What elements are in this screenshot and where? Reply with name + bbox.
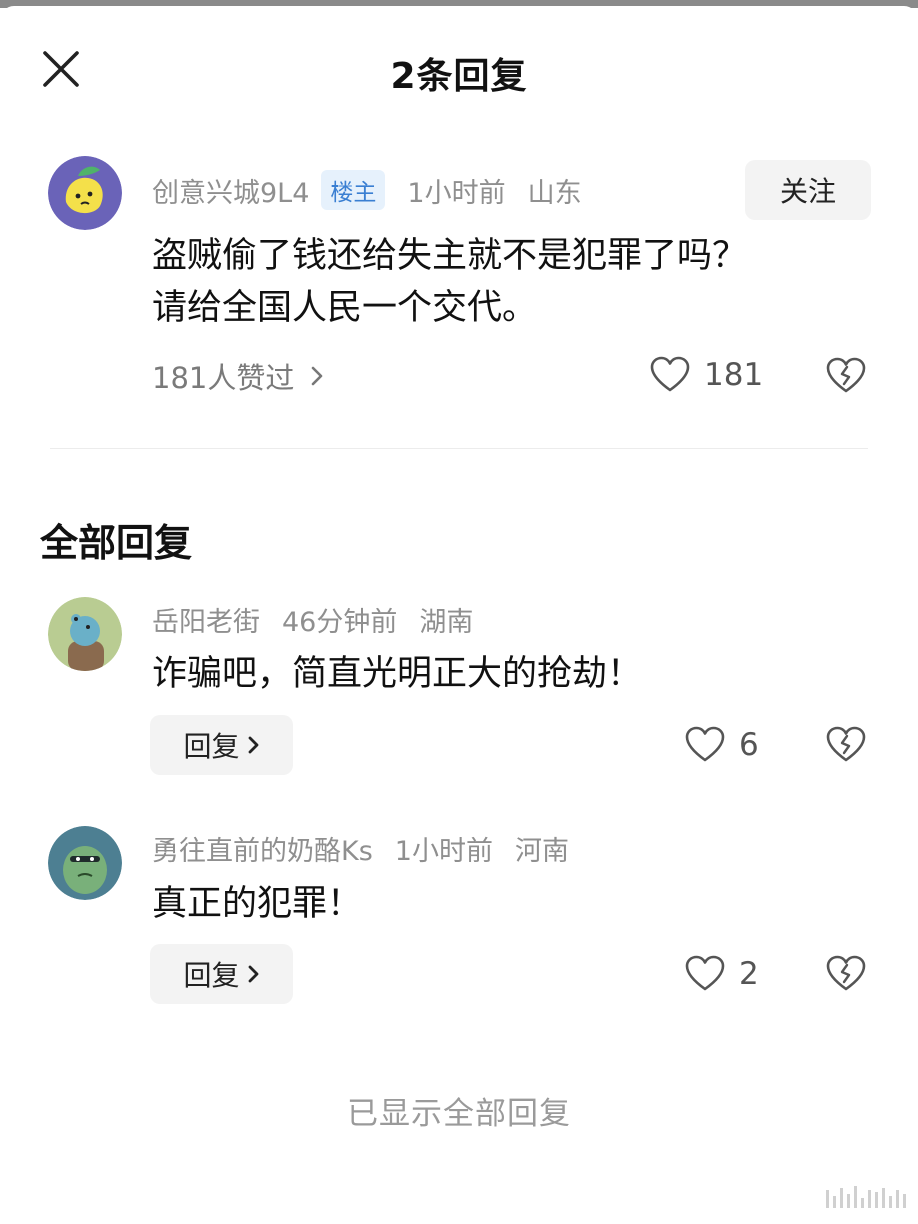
- post-like-count: 181: [704, 357, 764, 393]
- post-dislike-button[interactable]: [826, 357, 866, 397]
- heart-outline-icon: [685, 955, 725, 991]
- reply-2-avatar[interactable]: [48, 826, 122, 900]
- reply-2-time: 1小时前: [394, 836, 493, 867]
- follow-button[interactable]: 关注: [745, 160, 871, 220]
- reply-1-like-button[interactable]: 6: [685, 726, 759, 764]
- heart-outline-icon: [685, 726, 725, 762]
- post-author-name[interactable]: 创意兴城9L4: [152, 171, 309, 210]
- heart-outline-icon: [650, 356, 690, 392]
- reply-1-location: 湖南: [419, 607, 474, 638]
- reply-2-reply-label: 回复: [183, 959, 240, 992]
- post-text-line-2: 请给全国人民一个交代。: [152, 288, 538, 328]
- reply-2-like-button[interactable]: 2: [685, 955, 759, 993]
- reply-2-like-count: 2: [739, 956, 759, 992]
- reply-1-time: 46分钟前: [282, 607, 398, 638]
- reply-1-avatar[interactable]: [48, 597, 122, 671]
- liked-by-link[interactable]: 181人赞过: [152, 355, 324, 397]
- post-time: 1小时前: [407, 177, 506, 209]
- reply-2-meta: 勇往直前的奶酪Ks 1小时前 河南: [152, 829, 569, 868]
- reply-2-text: 真正的犯罪！: [152, 884, 363, 924]
- section-divider: [50, 448, 868, 449]
- reply-1-reply-label: 回复: [183, 730, 240, 763]
- reply-1-meta: 岳阳老街 46分钟前 湖南: [152, 600, 473, 639]
- all-replies-shown-note: 已显示全部回复: [347, 1096, 571, 1132]
- reply-1-dislike-button[interactable]: [826, 726, 866, 766]
- watermark-logo: [826, 1186, 906, 1208]
- reply-2-dislike-button[interactable]: [826, 955, 866, 995]
- post-author-avatar[interactable]: [48, 156, 122, 230]
- reply-1-author[interactable]: 岳阳老街: [152, 600, 260, 639]
- reply-2-reply-button[interactable]: 回复: [150, 944, 293, 1004]
- broken-heart-icon: [826, 357, 866, 393]
- replies-section-title: 全部回复: [40, 521, 193, 565]
- post-text-line-1: 盗贼偷了钱还给失主就不是犯罪了吗？: [152, 236, 748, 276]
- post-meta: 创意兴城9L4 楼主 1小时前 山东: [152, 170, 582, 210]
- broken-heart-icon: [826, 726, 866, 762]
- chevron-right-icon: [248, 964, 260, 984]
- chevron-right-icon: [248, 735, 260, 755]
- post-location: 山东: [527, 177, 582, 209]
- post-like-button[interactable]: 181: [650, 356, 763, 394]
- liked-by-label: 181人赞过: [152, 361, 295, 395]
- reply-2-author[interactable]: 勇往直前的奶酪Ks: [152, 829, 373, 868]
- reply-2-location: 河南: [514, 836, 569, 867]
- reply-1-reply-button[interactable]: 回复: [150, 715, 293, 775]
- reply-1-text: 诈骗吧，简直光明正大的抢劫！: [152, 654, 643, 694]
- post-text: 盗贼偷了钱还给失主就不是犯罪了吗？ 请给全国人民一个交代。: [152, 230, 747, 334]
- reply-1-like-count: 6: [739, 727, 759, 763]
- broken-heart-icon: [826, 955, 866, 991]
- op-badge: 楼主: [321, 170, 386, 210]
- chevron-right-icon: [310, 365, 324, 387]
- page-title: 2条回复: [390, 56, 528, 97]
